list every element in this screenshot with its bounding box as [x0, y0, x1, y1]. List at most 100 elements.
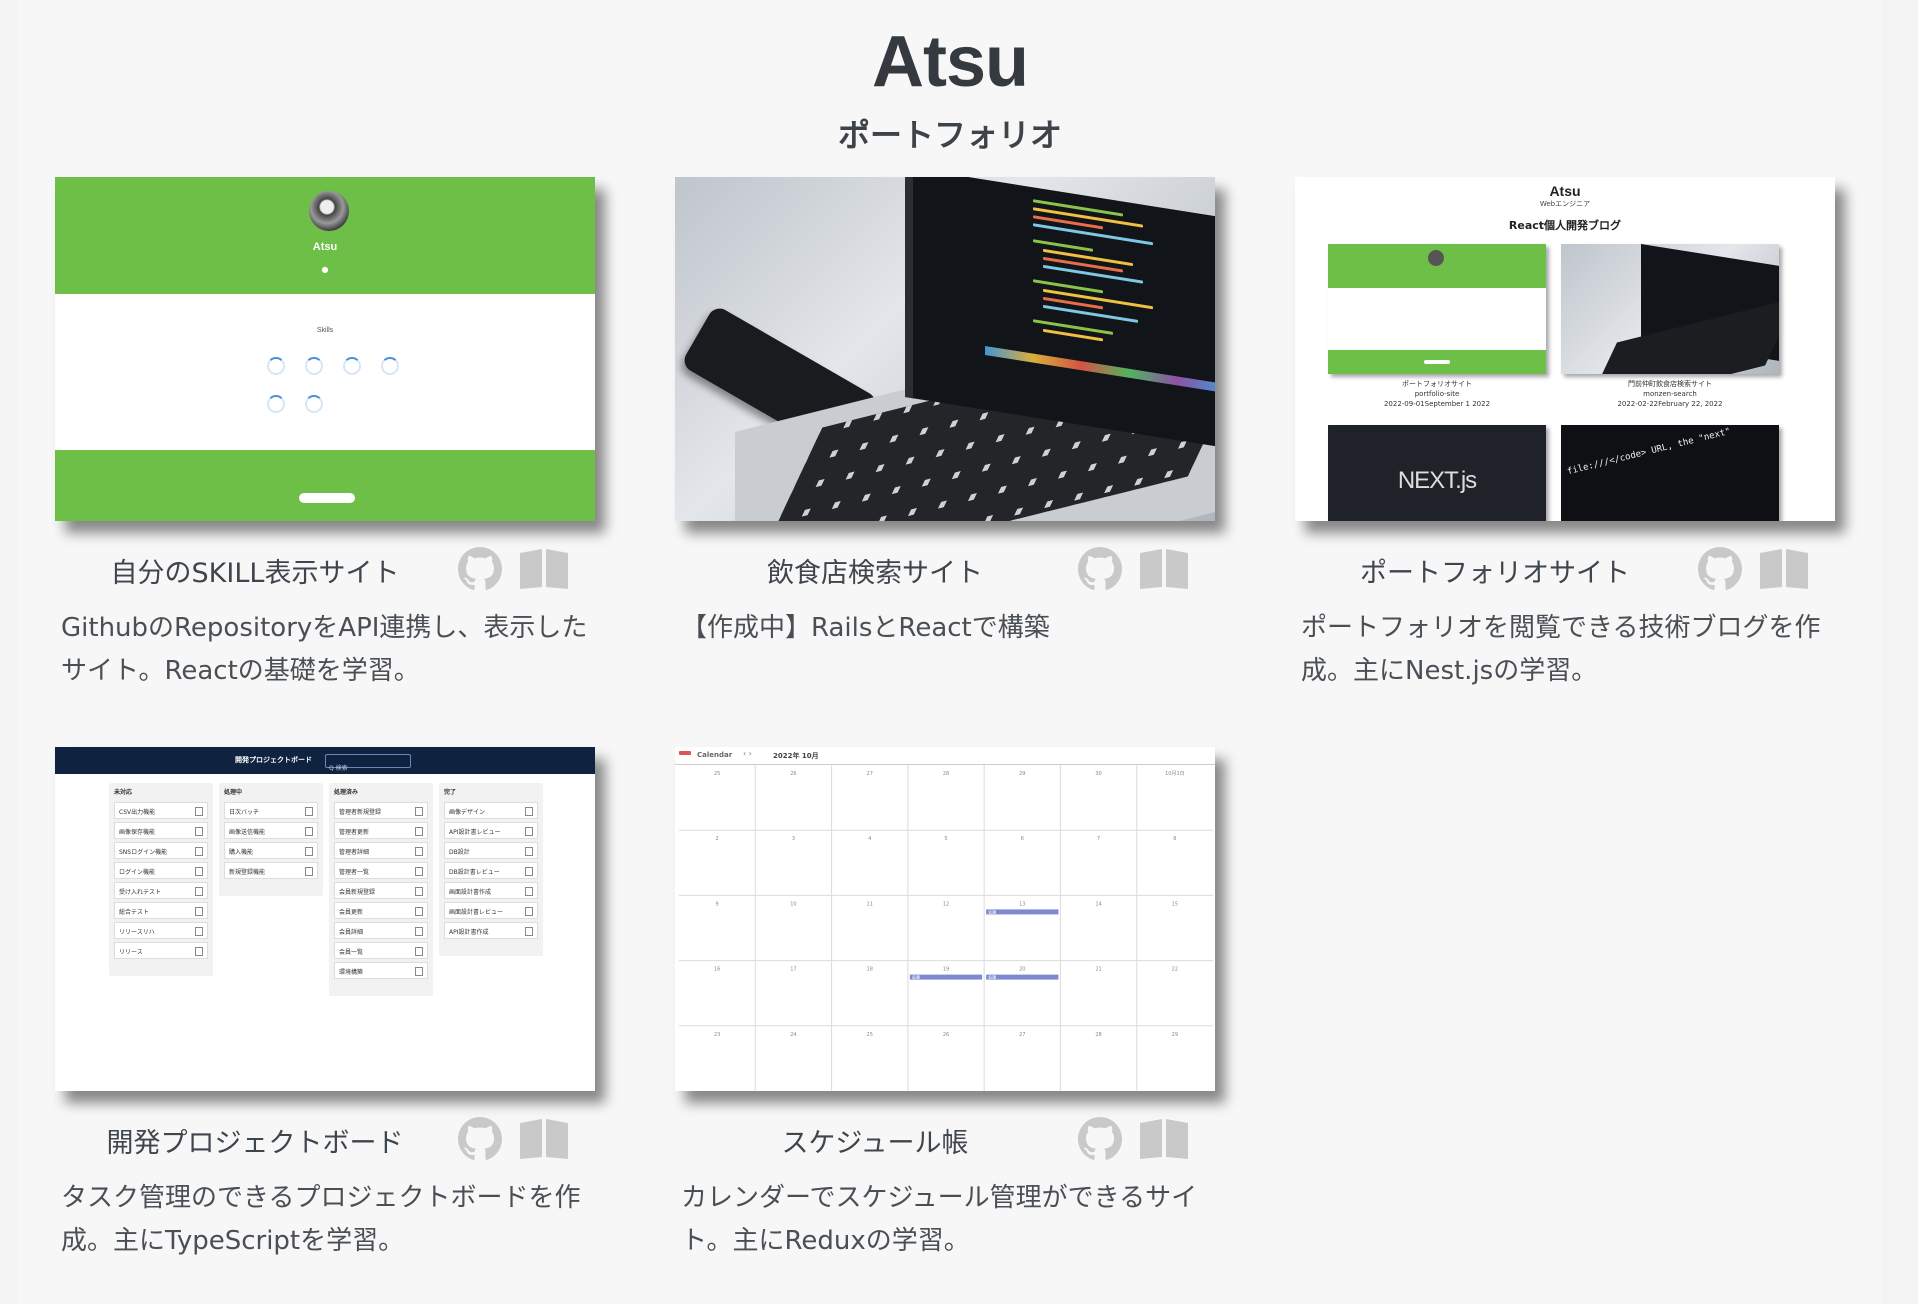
calendar-day-number[interactable]: 27 — [867, 771, 873, 777]
work-thumbnail[interactable]: Atsu Webエンジニア React個人開発ブログ ポートフォリオサイト po… — [1295, 177, 1835, 521]
thumb-post-slug: monzen-search — [1643, 390, 1697, 398]
task-card[interactable]: 画面設計書作成 — [444, 882, 538, 899]
task-card[interactable]: CSV出力機能 — [114, 802, 208, 819]
calendar-app-name: Calendar — [697, 751, 733, 759]
calendar-day-number[interactable]: 23 — [714, 1032, 720, 1038]
task-card[interactable]: 受け入れテスト — [114, 882, 208, 899]
task-card[interactable]: 会員詳細 — [334, 922, 428, 939]
github-icon[interactable] — [1078, 547, 1122, 591]
task-card[interactable]: リリース — [114, 942, 208, 959]
site-title: Atsu — [872, 22, 1029, 102]
work-thumbnail[interactable] — [675, 177, 1215, 521]
calendar-day-number[interactable]: 29 — [1172, 1032, 1178, 1038]
calendar-day-number[interactable]: 28 — [943, 771, 949, 777]
calendar-day-number[interactable]: 17 — [790, 967, 796, 973]
work-card-schedule: Calendar ‹ › 2022年 10月 25 26 27 28 29 30 10月1日… — [638, 747, 1215, 1263]
calendar-day-number[interactable]: 18 — [867, 967, 873, 973]
calendar-day-number[interactable]: 25 — [867, 1032, 873, 1038]
task-card[interactable]: API設計書レビュー — [444, 822, 538, 839]
calendar-day-number[interactable]: 19 — [943, 967, 949, 973]
calendar-day-number[interactable]: 4 — [868, 836, 871, 842]
task-card[interactable]: 管理者一覧 — [334, 862, 428, 879]
task-card[interactable]: 会員更新 — [334, 902, 428, 919]
calendar-day-number[interactable]: 16 — [714, 967, 720, 973]
calendar-day-number[interactable]: 11 — [867, 901, 873, 907]
task-card[interactable]: 会員一覧 — [334, 942, 428, 959]
task-card[interactable]: SNSログイン機能 — [114, 842, 208, 859]
work-thumbnail[interactable]: Calendar ‹ › 2022年 10月 25 26 27 28 29 30 10月1日… — [675, 747, 1215, 1091]
work-thumbnail[interactable]: 開発プロジェクトボード Q 検索 未対応 CSV出力機能 画像保存機能 SNSログイン… — [55, 747, 595, 1091]
calendar-day-number[interactable]: 3 — [792, 836, 795, 842]
page-header: Atsu ポートフォリオ — [18, 22, 1882, 156]
board-lane: 処理中 日次バッチ 画像送信機能 購入機能 新規登録機能 — [219, 783, 323, 896]
calendar-day-number[interactable]: 15 — [1172, 901, 1178, 907]
thumb-skills-heading: Skills — [316, 327, 334, 334]
calendar-day-number[interactable]: 10月1日 — [1165, 771, 1185, 777]
work-title: スケジュール帳 — [781, 1128, 969, 1159]
task-card[interactable]: 日次バッチ — [224, 802, 318, 819]
calendar-day-number[interactable]: 12 — [943, 901, 949, 907]
task-card[interactable]: 管理者詳細 — [334, 842, 428, 859]
calendar-day-number[interactable]: 26 — [790, 771, 796, 777]
task-card[interactable]: 新規登録機能 — [224, 862, 318, 879]
calendar-day-number[interactable]: 22 — [1172, 967, 1178, 973]
calendar-day-number[interactable]: 7 — [1097, 836, 1100, 842]
calendar-day-number[interactable]: 8 — [1173, 836, 1176, 842]
thumb-post-title: ポートフォリオサイト — [1402, 380, 1472, 388]
board-title: 開発プロジェクトボード — [235, 756, 312, 764]
calendar-day-number[interactable]: 6 — [1021, 836, 1024, 842]
calendar-event[interactable] — [909, 974, 983, 980]
task-card[interactable]: 管理者新規登録 — [334, 802, 428, 819]
calendar-event-label: 会議 — [988, 908, 996, 914]
task-card[interactable]: 画像デザイン — [444, 802, 538, 819]
work-description: 【作成中】RailsとReactで構築 — [681, 613, 1050, 643]
task-card[interactable]: DB設計書レビュー — [444, 862, 538, 879]
task-card[interactable]: DB設計 — [444, 842, 538, 859]
calendar-day-number[interactable]: 13 — [1019, 901, 1025, 907]
calendar-day-number[interactable]: 29 — [1019, 771, 1025, 777]
calendar-day-number[interactable]: 26 — [943, 1032, 949, 1038]
calendar-day-number[interactable]: 10 — [790, 901, 796, 907]
task-card[interactable]: 会員新規登録 — [334, 882, 428, 899]
book-open-icon[interactable] — [1140, 1119, 1188, 1159]
calendar-day-number[interactable]: 30 — [1095, 771, 1101, 777]
calendar-day-number[interactable]: 28 — [1095, 1032, 1101, 1038]
task-card[interactable]: リリースリハ — [114, 922, 208, 939]
site-subtitle: ポートフォリオ — [837, 116, 1062, 154]
github-icon[interactable] — [458, 1117, 502, 1161]
calendar-day-number[interactable]: 5 — [944, 836, 947, 842]
calendar-event[interactable] — [986, 974, 1059, 980]
thumb-blog-heading: React個人開発ブログ — [1508, 219, 1622, 232]
task-card[interactable]: 管理者更新 — [334, 822, 428, 839]
calendar-month: 2022年 10月 — [773, 752, 819, 760]
calendar-day-number[interactable]: 2 — [716, 836, 719, 842]
calendar-day-number[interactable]: 24 — [790, 1032, 796, 1038]
book-open-icon[interactable] — [1140, 549, 1188, 589]
github-icon[interactable] — [458, 547, 502, 591]
lane-title: 未対応 — [114, 789, 133, 796]
task-card[interactable]: API設計書作成 — [444, 922, 538, 939]
calendar-day-number[interactable]: 25 — [714, 771, 720, 777]
task-card[interactable]: 総合テスト — [114, 902, 208, 919]
thumb-name: Atsu — [312, 241, 338, 253]
task-card[interactable]: 環境構築 — [334, 962, 428, 979]
book-open-icon[interactable] — [520, 549, 568, 589]
calendar-day-number[interactable]: 20 — [1019, 967, 1025, 973]
calendar-day-number[interactable]: 27 — [1019, 1032, 1025, 1038]
task-card[interactable]: 画面設計書レビュー — [444, 902, 538, 919]
calendar-grid: 25 26 27 28 29 30 10月1日2 3 4 5 6 7 89 10 11 12 13 14 1516 1… — [679, 765, 1213, 1091]
task-card[interactable]: ログイン機能 — [114, 862, 208, 879]
work-thumbnail[interactable]: Atsu ● Skills — [55, 177, 595, 521]
calendar-day-number[interactable]: 21 — [1095, 967, 1101, 973]
task-card[interactable]: 画像送信機能 — [224, 822, 318, 839]
calendar-event[interactable] — [986, 909, 1059, 915]
task-card[interactable]: 購入機能 — [224, 842, 318, 859]
calendar-day-number[interactable]: 9 — [716, 901, 719, 907]
github-icon[interactable] — [1078, 1117, 1122, 1161]
book-open-icon[interactable] — [520, 1119, 568, 1159]
task-card[interactable]: 画像保存機能 — [114, 822, 208, 839]
work-description: ポートフォリオを閲覧できる技術ブログを作成。主にNest.jsの学習。 — [1301, 613, 1821, 686]
book-open-icon[interactable] — [1760, 549, 1808, 589]
calendar-day-number[interactable]: 14 — [1095, 901, 1101, 907]
github-icon[interactable] — [1698, 547, 1742, 591]
